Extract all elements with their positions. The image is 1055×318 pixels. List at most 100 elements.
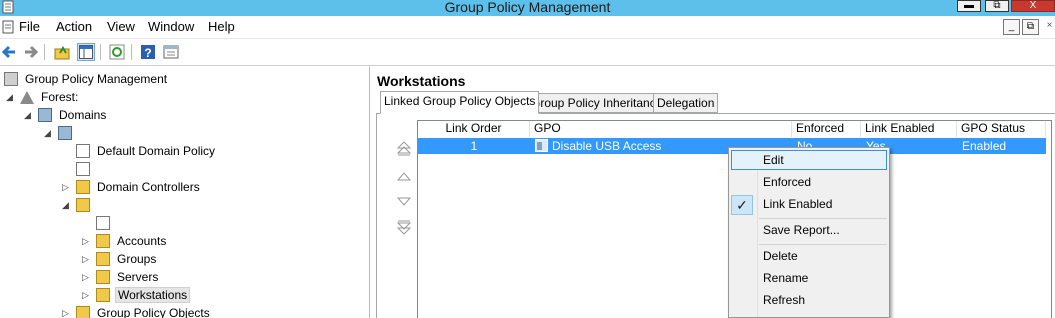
move-to-top-icon[interactable] [396,140,412,156]
title-bar: Group Policy Management ▬ ⧉ X [0,0,1055,16]
linked-gpos-panel: Link Order GPO Enforced Link Enabled GPO… [376,113,1055,318]
tree-item-accounts[interactable]: ▷ Accounts [82,232,168,250]
gpo-link-icon [76,162,90,176]
tree-item-groups[interactable]: ▷ Groups [82,250,158,268]
console-tree-icon [79,45,93,59]
ou-folder-icon [76,198,90,212]
move-to-bottom-icon[interactable] [396,220,412,236]
console-tree[interactable]: Group Policy Management ◢ Forest: ◢ Doma… [0,67,370,318]
help-icon: ? [141,45,155,60]
tree-item-workstations[interactable]: ▷ Workstations [82,286,191,304]
expand-icon[interactable]: ▷ [82,254,92,265]
menu-window[interactable]: Window [148,19,194,34]
tree-item-label: Accounts [117,234,167,248]
tree-item-group-policy-objects[interactable]: ▷ Group Policy Objects [62,304,212,318]
toolbar: ? [0,38,1055,66]
tree-item-forest[interactable]: ◢ Forest: [6,88,80,106]
tree-item-label: Workstations [115,287,191,303]
tree-item-domain-controllers[interactable]: ▷ Domain Controllers [62,178,202,196]
cell-link-order: 1 [470,139,478,153]
expand-icon[interactable]: ▷ [82,290,92,301]
tree-item-gpo-link[interactable] [76,160,99,178]
mdi-restore-button[interactable]: ⧉ [1022,19,1039,35]
tree-item-label: Group Policy Objects [97,306,210,318]
maximize-button[interactable]: ⧉ [985,0,1009,12]
menu-bar: File Action View Window Help [0,16,1055,38]
tree-item-label: Default Domain Policy [97,144,216,158]
expand-icon[interactable]: ▷ [62,182,72,193]
column-link-order[interactable]: Link Order [418,121,530,137]
ou-folder-icon [96,288,110,302]
window-title: Group Policy Management [444,0,611,15]
menu-help[interactable]: Help [208,19,235,34]
menu-view[interactable]: View [107,19,135,34]
column-enforced[interactable]: Enforced [792,121,861,137]
mdi-minimize-button[interactable]: _ [1003,19,1020,35]
properties-button[interactable] [162,43,180,61]
tree-item-gpm[interactable]: Group Policy Management [4,70,169,88]
menu-item-save-report[interactable]: Save Report... [731,221,887,241]
move-down-icon[interactable] [396,194,412,210]
show-hide-tree-button[interactable] [77,43,95,61]
help-button[interactable]: ? [139,43,157,61]
collapse-icon[interactable]: ◢ [24,110,34,121]
close-button[interactable]: X [1011,0,1055,12]
column-link-enabled[interactable]: Link Enabled [861,121,957,137]
ou-folder-icon [76,180,90,194]
menu-item-rename[interactable]: Rename [731,269,887,289]
ou-folder-icon [96,252,110,266]
expand-icon[interactable]: ▷ [62,308,72,318]
tree-item-firewall-policy[interactable] [96,214,119,232]
minimize-button[interactable]: ▬ [957,0,981,12]
mdi-close-button[interactable]: × [1041,19,1055,35]
ou-folder-icon [96,270,110,284]
menu-item-enforced[interactable]: Enforced [731,173,887,193]
collapse-icon[interactable]: ◢ [62,200,72,211]
collapse-icon[interactable]: ◢ [44,128,54,139]
tree-item-label: Groups [117,252,157,266]
back-arrow-icon [1,45,15,59]
tree-item-ou[interactable]: ◢ [62,196,99,214]
gpo-link-icon [96,216,110,230]
tree-item-label: Group Policy Management [25,72,168,86]
column-gpo-status[interactable]: GPO Status [957,121,1046,137]
gpo-folder-icon [76,306,90,318]
context-menu: Edit Enforced ✓ Link Enabled Save Report… [728,147,890,318]
cell-gpo-name: Disable USB Access [552,139,662,153]
menu-file[interactable]: File [19,19,40,34]
tree-item-default-domain-policy[interactable]: Default Domain Policy [76,142,217,160]
expand-icon[interactable]: ▷ [82,236,92,247]
properties-icon [163,45,179,59]
toolbar-separator [100,44,101,60]
gpo-link-icon [76,144,90,158]
tree-item-domains[interactable]: ◢ Domains [24,106,108,124]
ou-folder-icon [96,234,110,248]
toolbar-separator [131,44,132,60]
column-gpo[interactable]: GPO [530,121,792,137]
up-folder-button[interactable] [53,43,71,61]
menu-item-link-enabled[interactable]: Link Enabled [731,195,887,215]
menu-action[interactable]: Action [56,19,92,34]
refresh-button[interactable] [108,43,126,61]
back-button[interactable] [0,43,18,61]
svg-text:?: ? [144,46,151,60]
tab-gp-inheritance[interactable]: Group Policy Inheritance [527,93,667,113]
tree-item-domain[interactable]: ◢ [44,124,81,142]
menu-separator [759,218,887,219]
menu-separator [759,244,887,245]
gpm-icon [4,72,18,86]
tree-item-servers[interactable]: ▷ Servers [82,268,160,286]
move-up-icon[interactable] [396,168,412,184]
tab-delegation[interactable]: Delegation [653,93,719,113]
tree-item-label: Forest: [41,90,79,104]
menu-item-refresh[interactable]: Refresh [731,291,887,311]
collapse-icon[interactable]: ◢ [6,92,16,103]
menu-item-delete[interactable]: Delete [731,247,887,267]
forward-button[interactable] [22,43,40,61]
expand-icon[interactable]: ▷ [82,272,92,283]
toolbar-separator [44,44,45,60]
menu-item-edit[interactable]: Edit [731,150,887,170]
tree-item-label: Domains [59,108,107,122]
tree-item-label: Domain Controllers [97,180,200,194]
tab-linked-gpos[interactable]: Linked Group Policy Objects [380,91,540,114]
